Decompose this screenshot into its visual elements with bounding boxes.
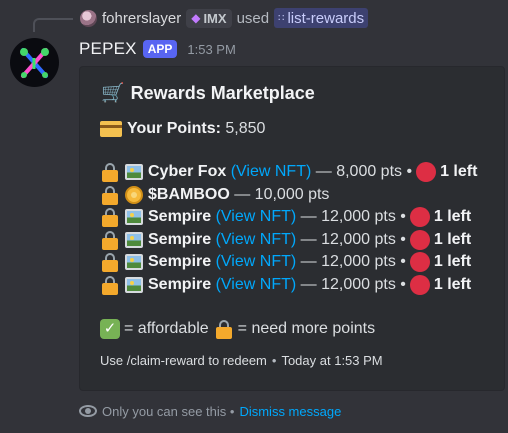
stock-left: 1 left: [433, 276, 472, 293]
lock-icon: [100, 252, 120, 272]
reward-name: Sempire: [148, 208, 212, 225]
view-nft-link[interactable]: (View NFT): [216, 276, 297, 294]
framed-picture-icon: [124, 207, 144, 227]
slash-command[interactable]: ∷ list-rewards: [274, 8, 369, 28]
bot-avatar[interactable]: [10, 38, 59, 87]
reward-row: Sempire (View NFT) — 12,000 pts • 1 left: [100, 274, 471, 296]
message-header: PEPEX APP 1:53 PM: [79, 37, 236, 61]
view-nft-link[interactable]: (View NFT): [231, 163, 312, 181]
framed-picture-icon: [124, 230, 144, 250]
stock-left: 1 left: [433, 253, 472, 270]
reply-username[interactable]: fohrerslayer: [102, 10, 181, 27]
gem-icon: ◆: [191, 11, 201, 25]
app-badge: APP: [142, 40, 178, 58]
lock-icon: [214, 319, 234, 339]
reward-row: Sempire (View NFT) — 12,000 pts • 1 left: [100, 251, 471, 273]
framed-picture-icon: [124, 252, 144, 272]
reward-row: Sempire (View NFT) — 12,000 pts • 1 left: [100, 229, 471, 251]
reward-price: — 8,000 pts •: [315, 163, 413, 180]
lock-icon: [100, 230, 120, 250]
ephemeral-text: Only you can see this •: [102, 403, 235, 419]
red-circle-icon: [409, 207, 430, 227]
reward-price: — 12,000 pts •: [300, 208, 406, 225]
lock-icon: [100, 207, 120, 227]
ephemeral-notice: Only you can see this • Dismiss message: [79, 401, 341, 421]
legend-affordable: = affordable: [124, 320, 209, 337]
embed-footer: Use /claim-reward to redeem • Today at 1:5…: [100, 353, 383, 368]
check-mark-icon: ✓: [100, 319, 120, 339]
shopping-cart-icon: 🛒: [101, 83, 125, 104]
bot-username[interactable]: PEPEX: [79, 39, 137, 59]
red-circle-icon: [409, 230, 430, 250]
lock-icon: [100, 162, 120, 182]
eye-icon: [79, 405, 97, 417]
view-nft-link[interactable]: (View NFT): [216, 231, 297, 249]
reply-reference[interactable]: fohrerslayer ◆ IMX used ∷ list-rewards: [80, 7, 369, 29]
reward-row: $BAMBOO — 10,000 pts: [100, 184, 329, 206]
dismiss-message-link[interactable]: Dismiss message: [239, 404, 341, 419]
legend-row: ✓ = affordable = need more points: [100, 318, 375, 340]
view-nft-link[interactable]: (View NFT): [216, 208, 297, 226]
lock-icon: [100, 275, 120, 295]
reward-price: — 12,000 pts •: [300, 276, 406, 293]
command-name: list-rewards: [287, 9, 365, 27]
red-circle-icon: [409, 252, 430, 272]
reply-verb: used: [236, 9, 270, 27]
red-circle-icon: [409, 275, 430, 295]
reply-user-avatar[interactable]: [80, 9, 97, 27]
stock-left: 1 left: [433, 208, 472, 225]
points-row: Your Points: 5,850: [100, 118, 265, 140]
guild-tag-label: IMX: [203, 10, 227, 26]
points-value: 5,850: [225, 120, 266, 137]
reply-connector: [33, 18, 73, 32]
lock-icon: [100, 185, 120, 205]
guild-tag[interactable]: ◆ IMX: [186, 8, 232, 28]
embed-title: 🛒 Rewards Marketplace: [101, 81, 315, 105]
reward-name: Sempire: [148, 253, 212, 270]
message-timestamp[interactable]: 1:53 PM: [187, 42, 235, 57]
credit-card-icon: [100, 121, 122, 137]
points-label: Your Points:: [127, 120, 221, 137]
reward-price: — 12,000 pts •: [300, 231, 406, 248]
legend-locked: = need more points: [237, 320, 376, 337]
coin-icon: [124, 185, 144, 205]
embed-title-text: Rewards Marketplace: [130, 82, 315, 103]
footer-separator: •: [271, 353, 277, 368]
reward-name: Sempire: [148, 276, 212, 293]
reward-price: — 12,000 pts •: [300, 253, 406, 270]
view-nft-link[interactable]: (View NFT): [216, 253, 297, 271]
reward-name: Cyber Fox: [148, 163, 227, 180]
framed-picture-icon: [124, 275, 144, 295]
footer-text: Use /claim-reward to redeem: [100, 353, 267, 368]
reward-name: Sempire: [148, 231, 212, 248]
framed-picture-icon: [124, 162, 144, 182]
rewards-embed: 🛒 Rewards Marketplace Your Points: 5,850…: [79, 66, 505, 391]
pepex-logo-icon: [20, 48, 49, 78]
footer-time: Today at 1:53 PM: [281, 353, 383, 368]
reward-name: $BAMBOO: [148, 186, 230, 203]
reward-row: Sempire (View NFT) — 12,000 pts • 1 left: [100, 206, 471, 228]
stock-left: 1 left: [440, 163, 478, 180]
red-circle-icon: [416, 162, 437, 182]
command-icon: ∷: [278, 12, 284, 24]
reward-row: Cyber Fox (View NFT) — 8,000 pts • 1 left: [100, 161, 477, 183]
stock-left: 1 left: [433, 231, 472, 248]
reward-price: — 10,000 pts: [234, 186, 330, 203]
